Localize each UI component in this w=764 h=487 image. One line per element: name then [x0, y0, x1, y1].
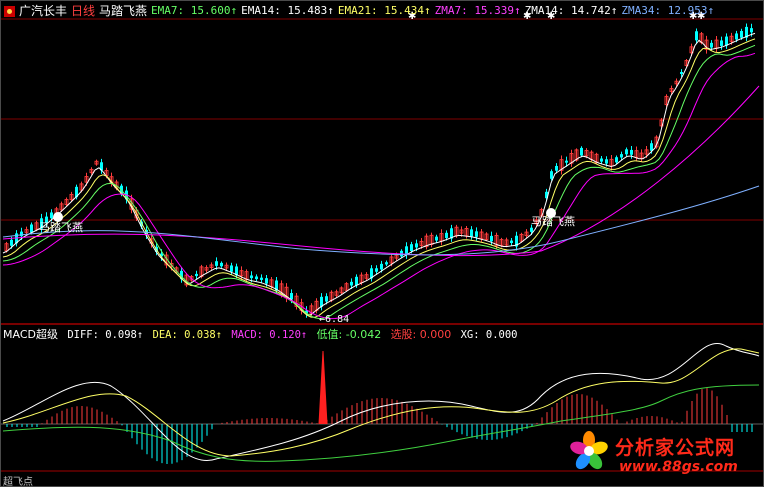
candle-down [385, 262, 388, 265]
kline-chart[interactable]: ✱ ✱ ✱ ✱ ✱ [1, 1, 764, 487]
main-indicator-header: 广汽长丰 日线 马踏飞燕 EMA7: 15.600↑ EMA14: 15.483… [4, 3, 718, 19]
candle-down [750, 28, 753, 33]
candle-down [630, 149, 633, 155]
zma34-value: ZMA34: 12.953↑ [621, 4, 715, 17]
macd-spike [318, 350, 328, 425]
signal-label-1: 马踏飞燕 [39, 221, 83, 234]
candle-down [255, 276, 258, 280]
candle-down [30, 224, 33, 233]
candle-down [20, 231, 23, 237]
candle-down [710, 42, 713, 48]
pick-value: 选股: 0.000 [390, 328, 452, 341]
zma14-line [2, 85, 760, 257]
chart-window: ✱ ✱ ✱ ✱ ✱ 广汽长丰 日线 马踏飞燕 EMA7: 15.600↑ EMA14: … [0, 0, 764, 487]
candle-down [620, 154, 623, 158]
candle-down [605, 159, 608, 164]
dea-value: DEA: 0.038↑ [152, 329, 223, 341]
candle-down [380, 263, 383, 270]
low-price-marker: ←6.84 [319, 314, 350, 325]
candle-down [265, 278, 268, 284]
candle-down [230, 265, 233, 272]
candle-down [490, 235, 493, 242]
candle-down [735, 33, 738, 40]
candle-down [415, 243, 418, 248]
candle-down [50, 212, 53, 219]
candle-down [445, 232, 448, 238]
candle-down [220, 262, 223, 267]
bottom-indicator-label: 超飞点 [3, 477, 33, 487]
candle-down [565, 160, 568, 163]
watermark-url: www.88gs.com [619, 459, 738, 475]
candle-down [325, 296, 328, 302]
period-label[interactable]: 日线 [71, 3, 95, 19]
ema14-line [2, 38, 756, 318]
ema14-value: EMA14: 15.483↑ [241, 4, 334, 17]
candle-down [215, 261, 218, 266]
candle-down [375, 268, 378, 272]
candle-down [580, 147, 583, 156]
macd-value: MACD: 0.120↑ [231, 329, 308, 341]
macd-indicator-header: MACD超级 DIFF: 0.098↑ DEA: 0.038↑ MACD: 0.… [3, 328, 521, 342]
candle-down [195, 273, 198, 277]
ema7-value: EMA7: 15.600↑ [151, 4, 238, 17]
candle-down [720, 40, 723, 46]
candle-down [740, 31, 743, 38]
candle-down [475, 231, 478, 237]
candle-down [250, 275, 253, 279]
candle-down [550, 171, 553, 179]
macd-name[interactable]: MACD超级 [3, 328, 58, 341]
watermark-text: 分析家公式网 [615, 437, 736, 459]
candle-down [510, 240, 513, 244]
candle-down [695, 31, 698, 41]
app-logo-icon [4, 5, 15, 17]
candle-down [650, 143, 653, 151]
zma14-value: ZMA14: 14.742↑ [524, 4, 618, 17]
zma7-value: ZMA7: 15.339↑ [434, 4, 521, 17]
candle-down [470, 229, 473, 237]
diff-value: DIFF: 0.098↑ [67, 329, 144, 341]
low-value: 低值: -0.042 [316, 328, 382, 341]
candle-down [10, 239, 13, 246]
ema21-value: EMA21: 15.434↑ [337, 4, 431, 17]
candle-down [350, 281, 353, 286]
candle-down [555, 165, 558, 171]
indicator-name[interactable]: 马踏飞燕 [99, 3, 147, 19]
candle-down [435, 236, 438, 241]
candle-down [625, 149, 628, 155]
candle-down [600, 158, 603, 162]
xg-value: XG: 0.000 [460, 329, 518, 341]
candle-down [260, 277, 263, 280]
candle-down [680, 71, 683, 75]
candle-down [355, 276, 358, 286]
stock-name[interactable]: 广汽长丰 [19, 3, 67, 19]
candle-down [410, 244, 413, 252]
ema7-line [2, 32, 756, 316]
signal-label-2: 马踏飞燕 [531, 215, 575, 228]
low-price-text: 6.84 [325, 314, 350, 325]
candle-down [615, 157, 618, 163]
